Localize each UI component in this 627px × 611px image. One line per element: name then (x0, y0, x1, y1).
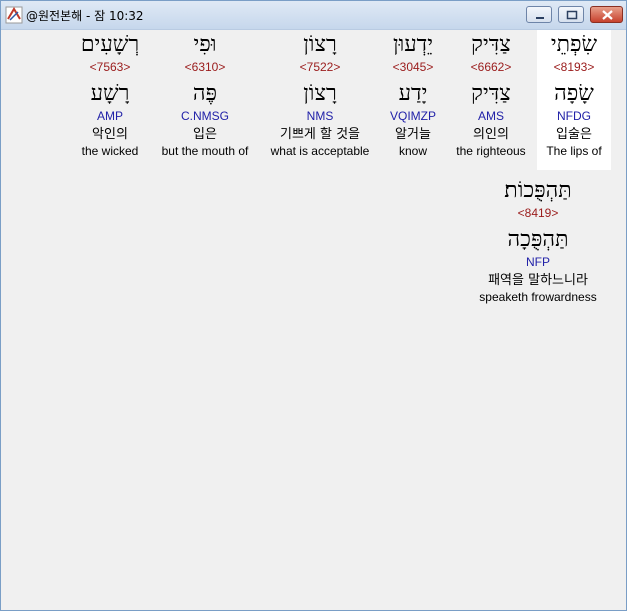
lemma-word: רָצוֹן (303, 81, 337, 106)
strong-number[interactable]: <3045> (379, 60, 447, 76)
hebrew-word[interactable]: שִׂפְתֵי (537, 30, 611, 60)
morphology-code: VQIMZP (389, 109, 436, 123)
korean-gloss: 패역을 말하느니라 (488, 273, 588, 288)
lemma-word: רָשָׁע (90, 81, 130, 106)
korean-gloss: 입은 (193, 127, 217, 142)
korean-gloss: 악인의 (92, 127, 128, 142)
hebrew-word[interactable]: תַּהְפֻּכוֹת׃ (468, 176, 608, 206)
korean-gloss: 기쁘게 할 것을 (279, 127, 361, 142)
maximize-button[interactable] (558, 6, 584, 23)
english-gloss: the righteous (456, 144, 526, 158)
maximize-icon (566, 10, 578, 20)
lemma-word: פֶּה (192, 81, 218, 106)
lemma-word: צַדִּיק (471, 81, 511, 106)
app-window: @원전본해 - 잠 10:32 שִׂפְתֵי <8193> שָׂפָה N… (0, 0, 627, 611)
english-gloss: what is acceptable (270, 144, 370, 158)
strong-number[interactable]: <6662> (451, 60, 531, 76)
korean-gloss: 알거늘 (395, 127, 431, 142)
hebrew-word[interactable]: רְשָׁעִים (71, 30, 149, 60)
morphology-code: NFP (526, 255, 550, 269)
english-gloss: the wicked (81, 144, 139, 158)
app-icon[interactable] (5, 6, 23, 24)
minimize-icon (536, 17, 544, 19)
hebrew-word[interactable]: צַדִּיק (451, 30, 531, 60)
english-gloss: but the mouth of (161, 144, 249, 158)
close-button[interactable] (590, 6, 623, 23)
lemma-word: יָדַע (398, 81, 428, 106)
verse-panel: שִׂפְתֵי <8193> שָׂפָה NFDG 입술은 The lips… (5, 30, 622, 607)
word-column-7[interactable]: תַּהְפֻּכוֹת׃ <8419> תַּהְפֻּכָה NFP 패역을… (468, 176, 608, 304)
window-title: @원전본해 - 잠 10:32 (26, 9, 144, 23)
minimize-button[interactable] (526, 6, 552, 23)
strong-number[interactable]: <7522> (264, 60, 376, 76)
morphology-code: AMP (96, 109, 123, 123)
strong-number[interactable]: <8193> (537, 60, 611, 76)
morphology-code: C.NMSG (181, 109, 229, 123)
hebrew-word[interactable]: יֵדְעוּן (379, 30, 447, 60)
english-gloss: know (398, 144, 427, 158)
english-gloss: speaketh frowardness (479, 290, 597, 304)
morphology-code: NMS (306, 109, 334, 123)
english-gloss: The lips of (546, 144, 602, 158)
close-icon (602, 10, 613, 20)
hebrew-word[interactable]: רָצוֹן (264, 30, 376, 60)
morphology-code: NFDG (557, 109, 591, 123)
morphology-code: AMS (477, 109, 504, 123)
word-column-1[interactable]: שִׂפְתֵי <8193> שָׂפָה NFDG 입술은 The lips… (537, 30, 611, 170)
hebrew-word[interactable]: וּפִי (155, 30, 255, 60)
strong-number[interactable]: <8419> (468, 206, 608, 222)
korean-gloss: 입술은 (556, 127, 592, 142)
word-column-6[interactable]: רְשָׁעִים <7563> רָשָׁע AMP 악인의 the wick… (71, 30, 149, 158)
title-bar[interactable]: @원전본해 - 잠 10:32 (1, 1, 626, 30)
word-column-3[interactable]: יֵדְעוּן <3045> יָדַע VQIMZP 알거늘 know (379, 30, 447, 158)
lemma-word: שָׂפָה (554, 81, 594, 106)
strong-number[interactable]: <7563> (71, 60, 149, 76)
word-column-4[interactable]: רָצוֹן <7522> רָצוֹן NMS 기쁘게 할 것을 what i… (264, 30, 376, 158)
word-column-5[interactable]: וּפִי <6310> פֶּה C.NMSG 입은 but the mout… (155, 30, 255, 158)
strong-number[interactable]: <6310> (155, 60, 255, 76)
lemma-word: תַּהְפֻּכָה (507, 227, 569, 252)
korean-gloss: 의인의 (473, 127, 509, 142)
word-column-2[interactable]: צַדִּיק <6662> צַדִּיק AMS 의인의 the right… (451, 30, 531, 158)
